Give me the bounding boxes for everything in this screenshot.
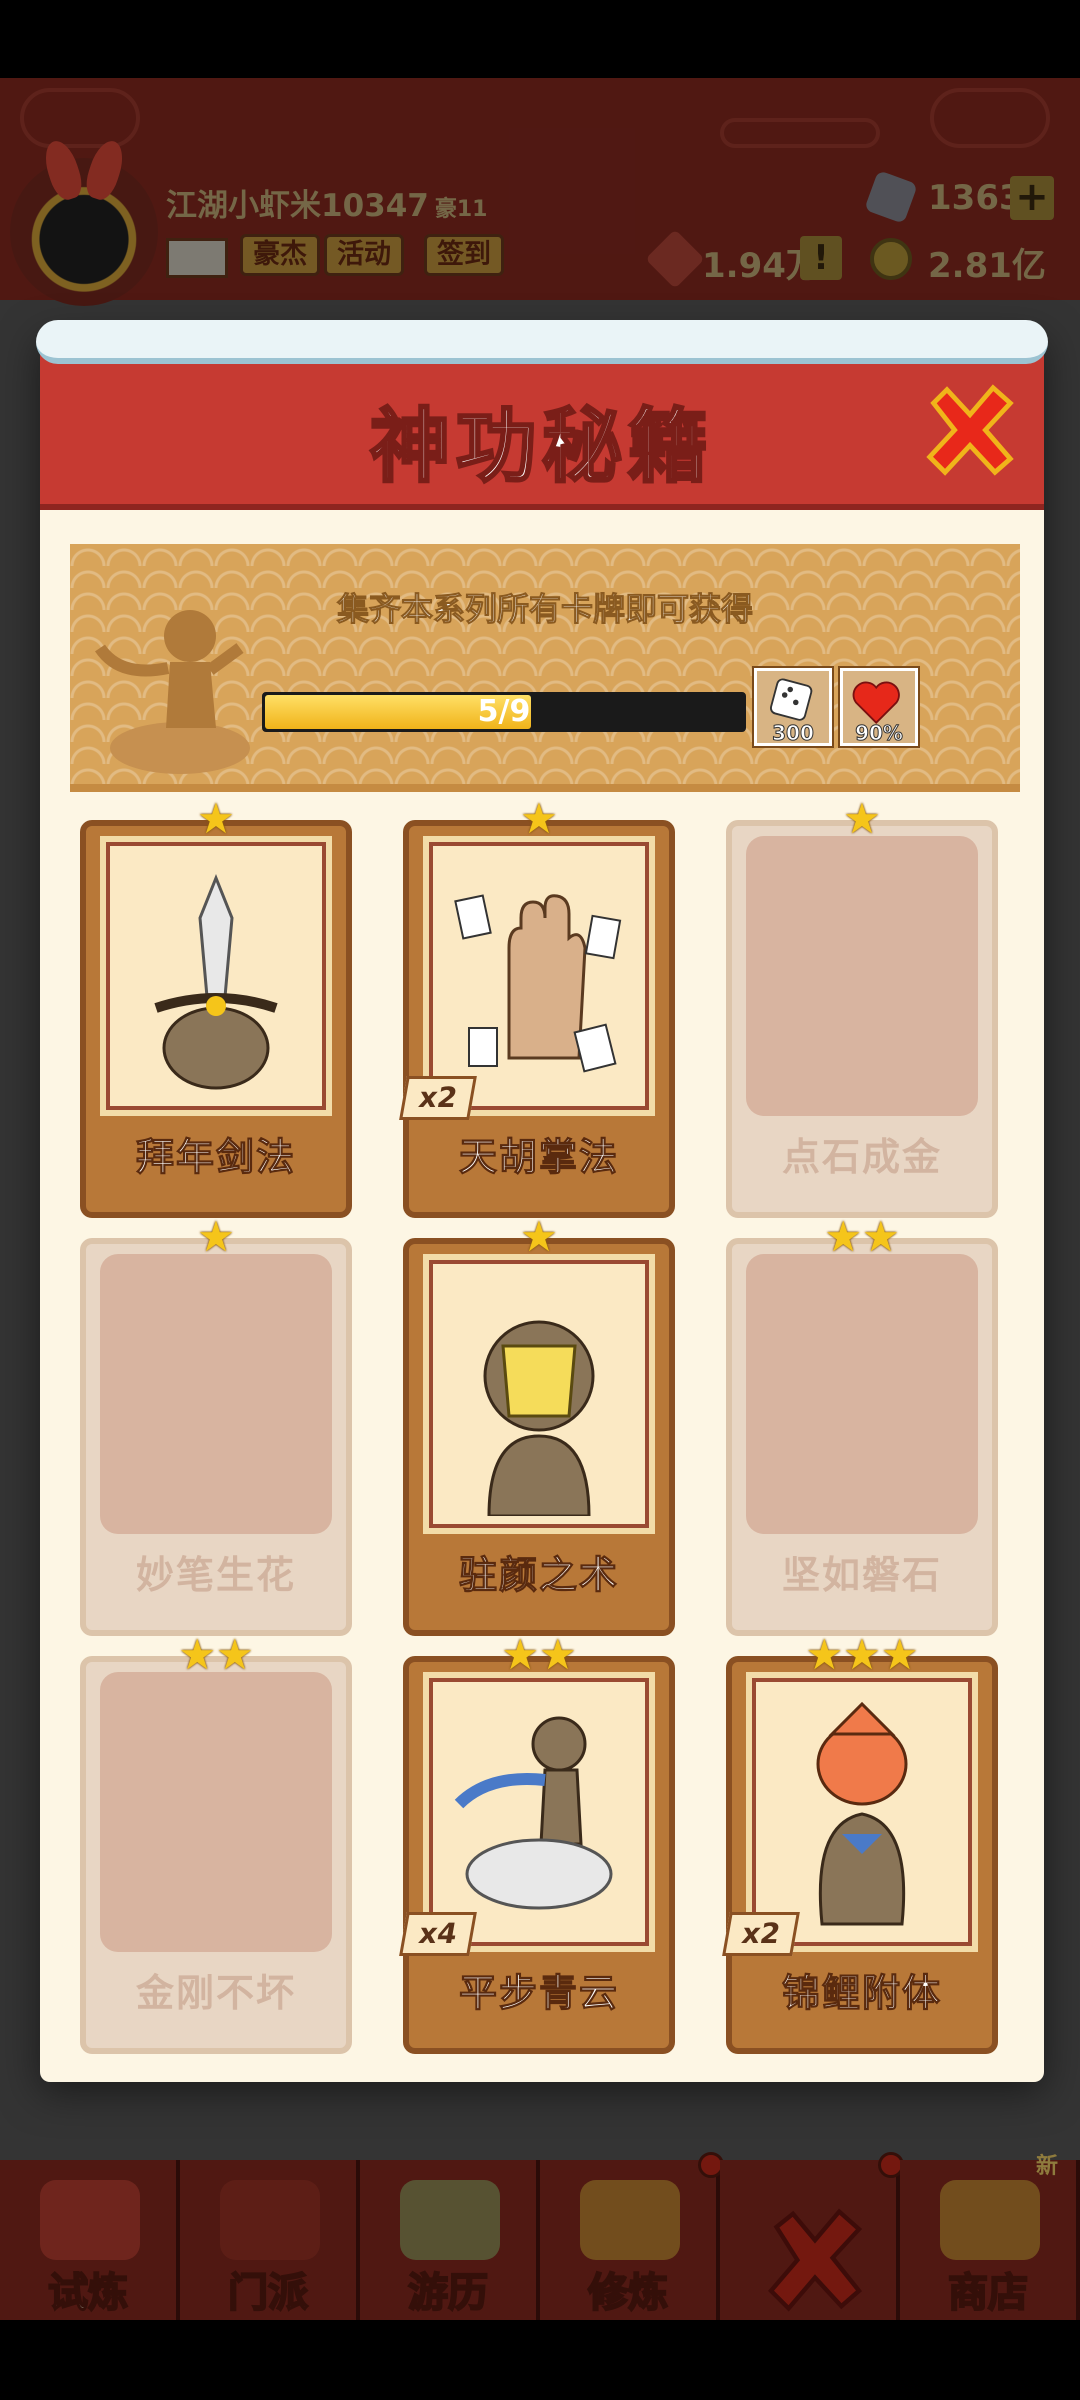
card-stars: ★ <box>520 1212 558 1261</box>
card-name: 金刚不坏 <box>135 1971 296 2015</box>
card-jingang-body[interactable]: ★★ 金刚不坏 <box>80 1634 352 2054</box>
reward-dice-value: 300 <box>772 721 815 746</box>
card-jinli-koi[interactable]: ★★★ x2 锦鲤附体 <box>722 1634 998 2054</box>
card-bainian-sword[interactable]: ★ 拜年剑法 <box>80 798 352 1218</box>
card-name: 锦鲤附体 <box>781 1971 942 2016</box>
card-stars: ★★★ <box>805 1630 919 1679</box>
cloud-walker-icon <box>454 1716 613 1910</box>
card-grid: ★ 拜年剑法 ★ x2 天胡掌法 ★ 点石成金 ★ 妙笔生花 ★ 驻颜之术 ★★… <box>80 798 1010 2054</box>
card-name: 天胡掌法 <box>458 1135 619 1180</box>
card-name: 拜年剑法 <box>135 1135 296 1180</box>
card-tianhu-palm[interactable]: ★ x2 天胡掌法 <box>399 798 675 1218</box>
card-name: 驻颜之术 <box>458 1553 619 1598</box>
card-stars: ★ <box>197 794 235 843</box>
card-jianru-rock[interactable]: ★★ 坚如磐石 <box>726 1216 998 1636</box>
card-frame <box>746 1672 978 1952</box>
card-pingbu-cloud[interactable]: ★★ x4 平步青云 <box>399 1634 675 2054</box>
progress-label: 5/9 <box>477 694 531 729</box>
card-count-badge: x2 <box>722 1912 800 1956</box>
card-miaobi-flower[interactable]: ★ 妙笔生花 <box>80 1216 352 1636</box>
card-frame-locked <box>100 1254 332 1534</box>
palm-icon <box>454 894 622 1073</box>
card-name: 平步青云 <box>458 1971 619 2016</box>
card-name: 坚如磐石 <box>781 1553 942 1597</box>
card-frame-locked <box>100 1672 332 1952</box>
collection-reward-banner: 集齐本系列所有卡牌即可获得 5/9 300 90% <box>70 544 1020 792</box>
card-stars: ★ <box>197 1212 235 1261</box>
collection-progress-bar: 5/9 <box>262 692 746 732</box>
card-collection-modal: 神功秘籍 集齐本系列所有卡牌即可获得 5/9 300 90% ★ 拜年剑法 ★ … <box>36 320 1048 2082</box>
card-frame-locked <box>746 1254 978 1534</box>
card-count-badge: x4 <box>399 1912 477 1956</box>
koi-fish-icon <box>816 1701 908 1926</box>
modal-title: 神功秘籍 <box>369 399 714 495</box>
card-stars: ★★ <box>178 1630 254 1679</box>
card-name: 妙笔生花 <box>135 1553 296 1597</box>
card-stars: ★ <box>843 794 881 843</box>
card-frame-locked <box>746 836 978 1116</box>
card-frame <box>423 1254 655 1534</box>
card-stars: ★★ <box>501 1630 577 1679</box>
modal-header: 神功秘籍 <box>36 320 1048 510</box>
reward-dice[interactable]: 300 <box>752 666 834 748</box>
card-count-badge: x2 <box>399 1076 477 1120</box>
banner-text: 集齐本系列所有卡牌即可获得 <box>336 590 753 629</box>
card-frame <box>423 1672 655 1952</box>
close-button[interactable] <box>922 382 1018 478</box>
reward-heart[interactable]: 90% <box>838 666 920 748</box>
face-mask-icon <box>483 1320 595 1516</box>
card-name: 点石成金 <box>781 1135 942 1179</box>
card-frame <box>423 836 655 1116</box>
card-stars: ★★ <box>824 1212 900 1261</box>
card-dianshi-gold[interactable]: ★ 点石成金 <box>726 798 998 1218</box>
snow-trim <box>36 320 1048 364</box>
card-stars: ★ <box>520 794 558 843</box>
card-frame <box>100 836 332 1116</box>
reward-heart-value: 90% <box>855 721 904 746</box>
sword-icon <box>154 873 278 1090</box>
card-zhuyan-art[interactable]: ★ 驻颜之术 <box>403 1216 675 1636</box>
